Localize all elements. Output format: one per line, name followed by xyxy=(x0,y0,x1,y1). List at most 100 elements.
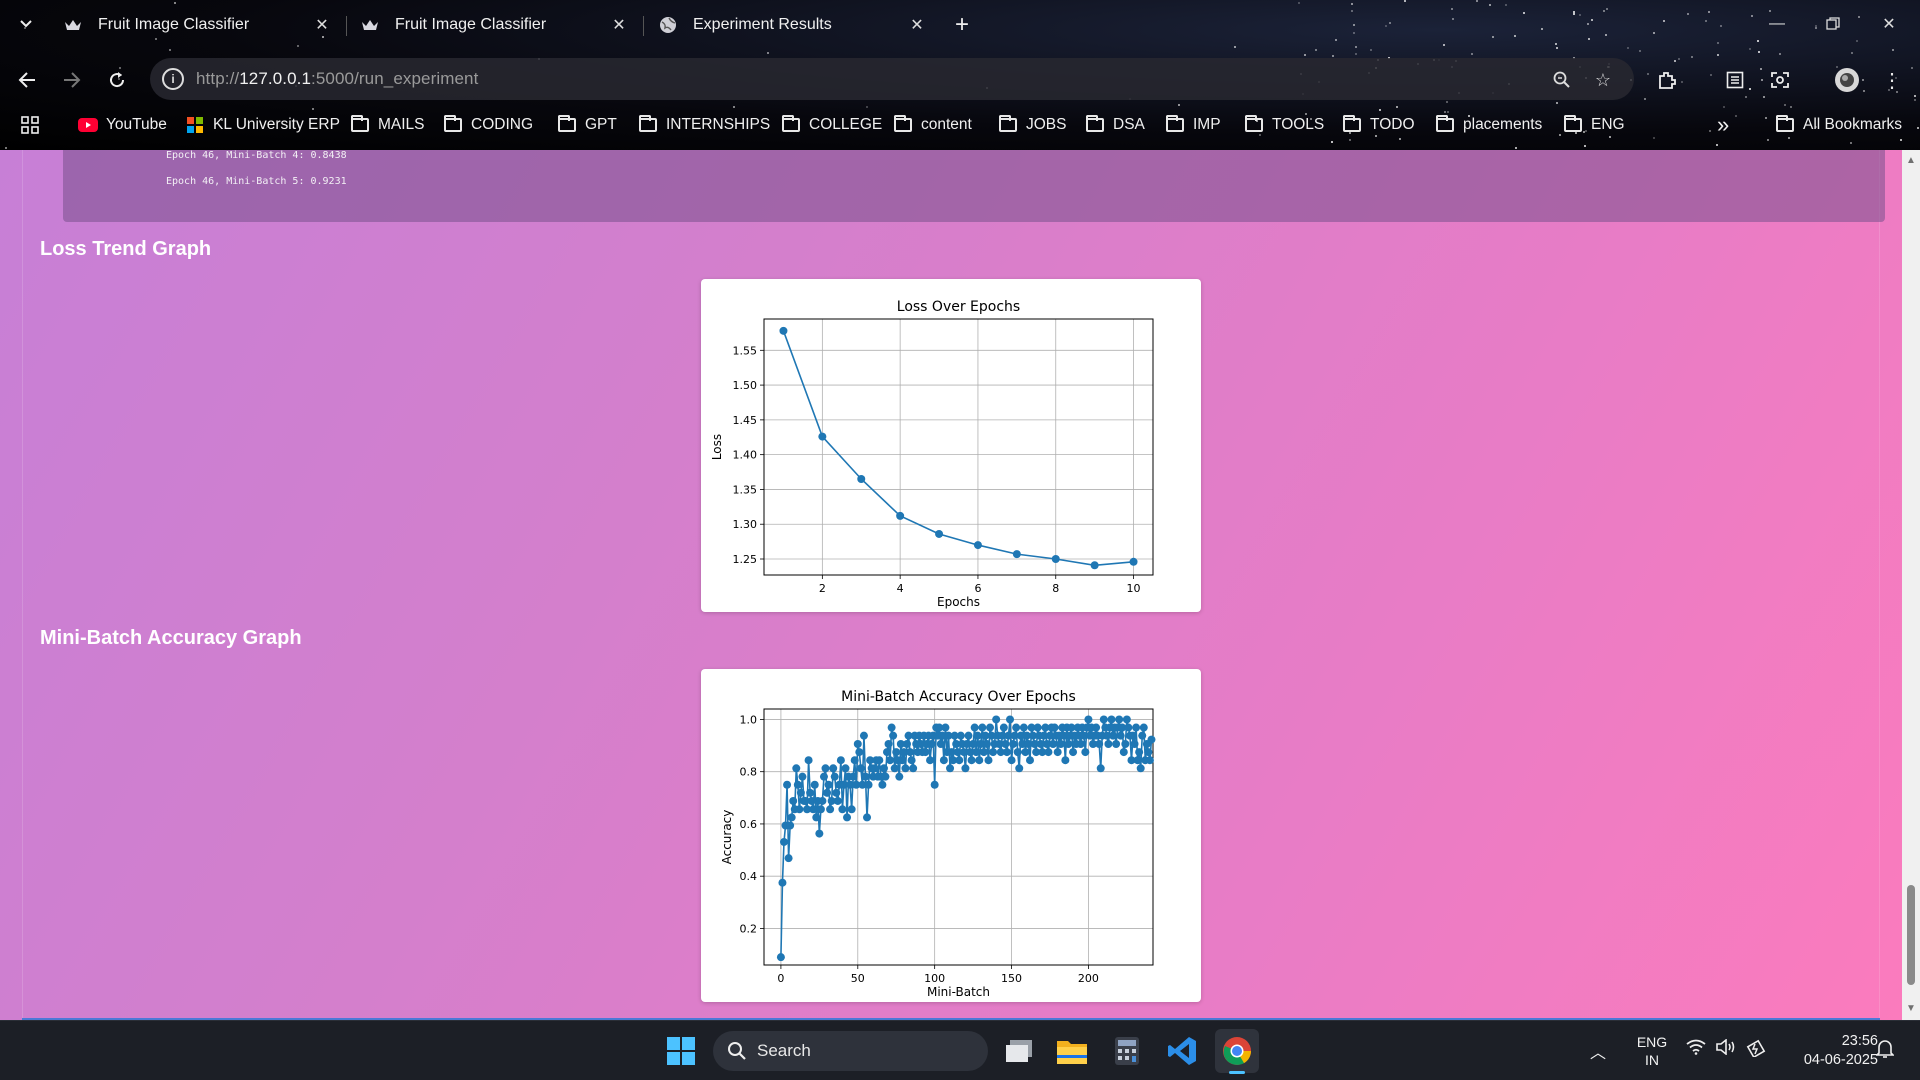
reload-icon[interactable] xyxy=(100,63,134,97)
close-window-icon[interactable]: ✕ xyxy=(1866,8,1912,40)
region-code: IN xyxy=(1645,1052,1659,1068)
data-point xyxy=(859,731,868,740)
data-point xyxy=(1013,748,1022,757)
data-point xyxy=(1147,735,1156,744)
data-point xyxy=(884,740,893,749)
tab-close-icon[interactable]: ✕ xyxy=(308,11,336,39)
windows-taskbar: Search ︿ ENG IN 23:56 04-06-2025 xyxy=(0,1020,1920,1080)
menu-kebab-icon[interactable]: ⋮ xyxy=(1875,63,1909,97)
bookmark-label: TOOLS xyxy=(1272,116,1325,133)
bookmark-college[interactable]: COLLEGE xyxy=(781,110,882,140)
star-dot xyxy=(1722,106,1725,109)
bookmark-dsa[interactable]: DSA xyxy=(1085,110,1145,140)
data-point xyxy=(821,764,830,773)
tab-fruit-classifier-1[interactable]: Fruit Image Classifier ✕ xyxy=(50,6,340,44)
data-point xyxy=(1138,731,1147,740)
x-tick-label: 10 xyxy=(1127,582,1141,595)
folder-icon xyxy=(1342,115,1362,133)
restore-icon[interactable] xyxy=(1810,8,1856,40)
clock[interactable]: 23:56 04-06-2025 xyxy=(1782,1032,1878,1070)
data-point xyxy=(818,796,827,805)
task-view-icon[interactable] xyxy=(997,1029,1041,1073)
scroll-down-arrow-icon[interactable]: ▼ xyxy=(1906,1004,1916,1014)
data-point xyxy=(1133,756,1142,765)
tab-fruit-classifier-2[interactable]: Fruit Image Classifier ✕ xyxy=(347,6,637,44)
bookmark-star-icon[interactable]: ☆ xyxy=(1591,68,1615,92)
data-point xyxy=(1092,723,1101,732)
bookmarks-overflow-button[interactable]: » xyxy=(1717,110,1729,140)
folder-icon xyxy=(1435,115,1455,133)
data-point xyxy=(783,780,792,789)
bookmark-placements[interactable]: placements xyxy=(1435,110,1542,140)
apps-grid-icon[interactable] xyxy=(20,110,40,140)
bookmark-kl-university-erp[interactable]: KL University ERP xyxy=(185,110,340,140)
data-point xyxy=(1135,748,1144,757)
new-tab-plus-icon[interactable]: + xyxy=(947,10,977,40)
bookmark-todo[interactable]: TODO xyxy=(1342,110,1415,140)
site-info-icon[interactable]: i xyxy=(162,68,184,90)
windows-start-icon[interactable] xyxy=(659,1029,703,1073)
x-tick-label: 8 xyxy=(1052,582,1059,595)
page-scrollbar[interactable]: ▲ ▼ xyxy=(1902,150,1920,1020)
bookmark-coding[interactable]: CODING xyxy=(443,110,533,140)
minimize-icon[interactable]: ― xyxy=(1754,8,1800,40)
bookmark-content[interactable]: content xyxy=(893,110,972,140)
reading-list-icon[interactable] xyxy=(1718,63,1752,97)
data-point xyxy=(992,715,1001,724)
calculator-icon[interactable] xyxy=(1105,1029,1149,1073)
data-point xyxy=(907,756,916,765)
search-label: Search xyxy=(757,1041,811,1060)
tab-close-icon[interactable]: ✕ xyxy=(903,11,931,39)
page-viewport[interactable]: Epoch 46, Mini-Batch 4: 0.8438 Epoch 46,… xyxy=(0,150,1902,1020)
address-bar[interactable]: i http://127.0.0.1:5000/run_experiment ☆ xyxy=(150,58,1634,100)
back-arrow-icon[interactable] xyxy=(10,63,44,97)
tab-search-button[interactable] xyxy=(14,12,38,36)
scroll-up-arrow-icon[interactable]: ▲ xyxy=(1906,156,1916,166)
bookmark-tools[interactable]: TOOLS xyxy=(1244,110,1324,140)
bookmark-mails[interactable]: MAILS xyxy=(350,110,425,140)
data-point xyxy=(964,731,973,740)
data-point xyxy=(1009,740,1018,749)
star-dot xyxy=(1758,50,1761,53)
profile-avatar[interactable] xyxy=(1830,63,1864,97)
zoom-icon[interactable] xyxy=(1550,68,1574,92)
data-point xyxy=(847,805,856,814)
data-point xyxy=(1095,740,1104,749)
tab-experiment-results[interactable]: Experiment Results ✕ xyxy=(645,6,935,44)
taskbar-search-box[interactable]: Search xyxy=(713,1031,988,1071)
file-explorer-icon[interactable] xyxy=(1050,1029,1094,1073)
tray-overflow-chevron-icon[interactable]: ︿ xyxy=(1590,1039,1606,1063)
all-bookmarks-button[interactable]: All Bookmarks xyxy=(1775,110,1902,140)
language-indicator[interactable]: ENG IN xyxy=(1632,1033,1672,1069)
data-point xyxy=(946,764,955,773)
volume-icon[interactable] xyxy=(1716,1038,1738,1058)
data-point xyxy=(1109,731,1118,740)
data-point xyxy=(779,326,788,335)
bookmark-gpt[interactable]: GPT xyxy=(557,110,617,140)
battery-charging-icon[interactable] xyxy=(1746,1039,1766,1060)
google-lens-icon[interactable] xyxy=(1763,63,1797,97)
data-point xyxy=(870,764,879,773)
data-point xyxy=(1064,740,1073,749)
notification-bell-icon[interactable] xyxy=(1875,1039,1895,1062)
data-point xyxy=(901,764,910,773)
bookmark-imp[interactable]: IMP xyxy=(1165,110,1221,140)
chrome-icon[interactable] xyxy=(1215,1029,1259,1074)
scrollbar-thumb[interactable] xyxy=(1907,885,1915,985)
log-line: Epoch 46, Mini-Batch 5: 0.9231 xyxy=(166,176,347,187)
bookmark-youtube[interactable]: YouTube xyxy=(78,110,167,140)
bookmark-eng[interactable]: ENG xyxy=(1563,110,1625,140)
data-point xyxy=(1051,555,1060,563)
star-dot xyxy=(1779,52,1782,55)
data-point xyxy=(856,764,865,773)
wifi-icon[interactable] xyxy=(1686,1039,1706,1058)
data-point xyxy=(804,756,813,765)
bookmark-internships[interactable]: INTERNSHIPS xyxy=(638,110,770,140)
forward-arrow-icon[interactable] xyxy=(55,63,89,97)
tab-close-icon[interactable]: ✕ xyxy=(605,11,633,39)
bookmark-jobs[interactable]: JOBS xyxy=(998,110,1066,140)
data-point xyxy=(1049,740,1058,749)
extensions-puzzle-icon[interactable] xyxy=(1650,63,1684,97)
vscode-icon[interactable] xyxy=(1160,1029,1204,1073)
data-point xyxy=(816,805,825,814)
